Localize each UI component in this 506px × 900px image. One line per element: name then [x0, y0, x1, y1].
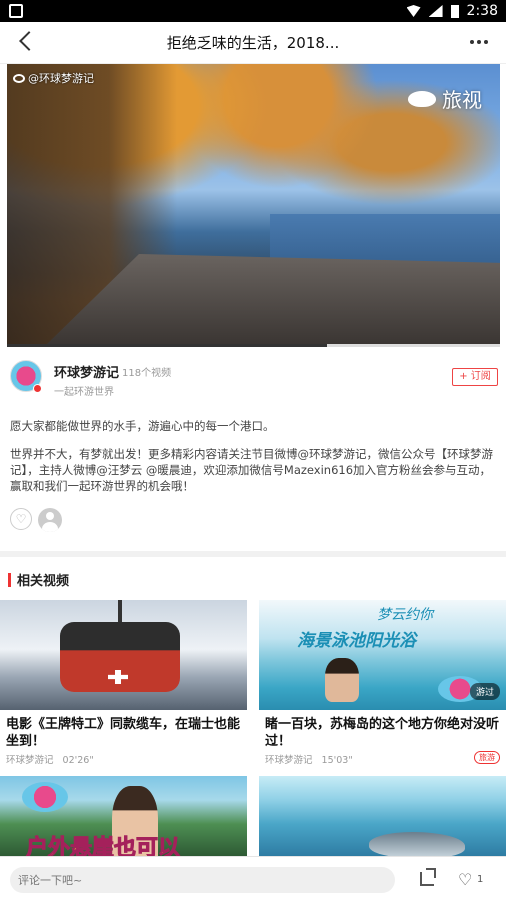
video-source: 环球梦游记: [6, 755, 54, 766]
reactions-row: ♡: [10, 508, 62, 532]
page-title: 拒绝乏味的生活，2018...: [166, 34, 340, 52]
video-source: 环球梦游记: [265, 755, 313, 766]
screenshot-icon: [9, 4, 23, 18]
related-video-card[interactable]: [259, 776, 506, 856]
thumb-overlay-text-top: 梦云约你: [377, 607, 433, 623]
more-icon[interactable]: [470, 40, 488, 44]
thumb-overlay-text: 户外悬崖也可以: [25, 836, 181, 857]
status-bar: 2:38: [0, 0, 506, 22]
watermark-text: @环球梦游记: [28, 72, 94, 85]
verified-badge-icon: [33, 384, 42, 393]
thumb-person: [325, 658, 359, 702]
wifi-icon: [406, 5, 421, 17]
channel-name[interactable]: 环球梦游记: [54, 362, 119, 381]
video-watermark-right: 旅视: [408, 84, 482, 113]
related-video-card[interactable]: 梦云约你 海景泳池阳光浴 游过 睹一百块，苏梅岛的这个地方你绝对没听过！ 环球梦…: [259, 600, 506, 772]
thumb-source-pill: 游过: [469, 683, 500, 700]
back-icon[interactable]: [19, 31, 39, 51]
navbar: 拒绝乏味的生活，2018...: [0, 22, 506, 64]
thumb-dolphin: [369, 832, 465, 856]
status-icons: 2:38: [406, 3, 498, 19]
channel-slogan: 一起环游世界: [54, 387, 114, 398]
related-section-title: 相关视频: [17, 574, 70, 589]
related-video-card[interactable]: 户外悬崖也可以: [0, 776, 247, 856]
video-duration: 15'03": [321, 755, 353, 766]
battery-icon: [450, 4, 459, 18]
channel-header: 环球梦游记 118个视频 一起环游世界 + 订阅: [0, 350, 506, 402]
like-count: 1: [477, 874, 484, 885]
section-divider: [0, 551, 506, 557]
video-meta: 环球梦游记 15'03": [265, 752, 353, 766]
user-avatar[interactable]: [38, 508, 62, 532]
video-meta: 环球梦游记 02'26": [6, 752, 94, 766]
video-title[interactable]: 电影《王牌特工》同款缆车，在瑞士也能坐到！: [6, 716, 242, 750]
video-progress-fill: [7, 344, 328, 347]
related-video-card[interactable]: 电影《王牌特工》同款缆车，在瑞士也能坐到！ 环球梦游记 02'26": [0, 600, 247, 772]
watermark-brand: 旅视: [442, 88, 482, 112]
status-time: 2:38: [466, 3, 498, 19]
video-duration: 02'26": [62, 755, 94, 766]
description-line-2: 世界并不大，有梦就出发！更多精彩内容请关注节目微博@环球梦游记，微信公众号【环球…: [10, 447, 493, 493]
signal-icon: [428, 5, 443, 17]
video-thumbnail[interactable]: 梦云约你 海景泳池阳光浴 游过: [259, 600, 506, 710]
thumb-cable: [118, 600, 122, 624]
video-progress-bar[interactable]: [7, 344, 500, 347]
related-section-header: 相关视频: [8, 570, 69, 589]
video-thumbnail[interactable]: [259, 776, 506, 856]
category-tag: 旅游: [474, 751, 500, 764]
thumb-overlay-text: 海景泳池阳光浴: [297, 631, 416, 651]
video-title[interactable]: 睹一百块，苏梅岛的这个地方你绝对没听过！: [265, 716, 501, 750]
whale-logo-icon: [408, 90, 436, 107]
like-icon[interactable]: ♡: [458, 870, 472, 889]
share-icon[interactable]: [420, 872, 434, 886]
comment-input[interactable]: [10, 867, 395, 893]
description-line-1: 愿大家都能做世界的水手，游遍心中的每一个港口。: [10, 419, 275, 433]
bottom-action-bar: ♡ 1: [0, 856, 506, 900]
like-heart-icon[interactable]: ♡: [10, 508, 32, 530]
weibo-icon: [13, 73, 25, 83]
video-watermark-left: @环球梦游记: [13, 70, 94, 86]
video-thumbnail[interactable]: [0, 600, 247, 710]
channel-video-count: 118个视频: [122, 368, 172, 379]
video-player[interactable]: @环球梦游记 旅视: [7, 64, 500, 344]
subscribe-button[interactable]: + 订阅: [452, 368, 498, 386]
channel-logo-icon: [22, 782, 68, 812]
section-accent-bar: [8, 572, 11, 587]
video-thumbnail[interactable]: 户外悬崖也可以: [0, 776, 247, 856]
